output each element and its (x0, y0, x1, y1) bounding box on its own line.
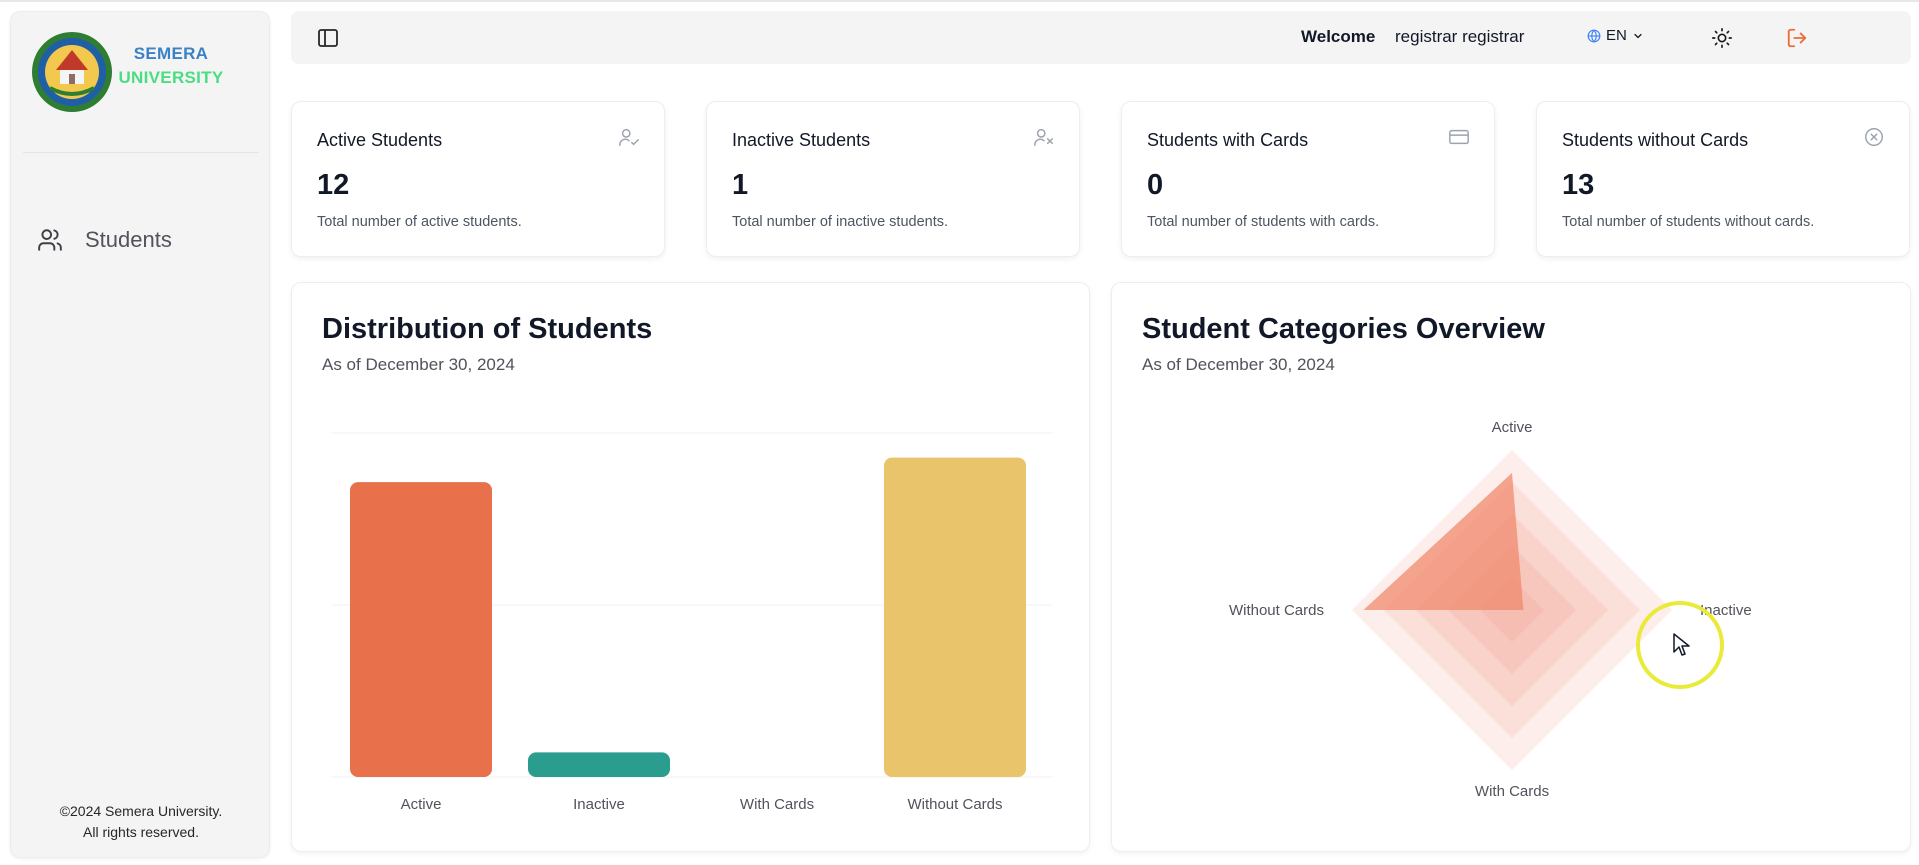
username: registrar registrar (1395, 27, 1525, 46)
logout-icon[interactable] (1786, 27, 1808, 49)
stat-card-title: Students without Cards (1562, 130, 1749, 150)
bar-active[interactable] (350, 482, 492, 777)
mouse-pointer-icon (1673, 633, 1690, 656)
sidebar-item-label: Students (85, 227, 172, 252)
bar-without-cards[interactable] (884, 457, 1026, 777)
university-logo (32, 32, 112, 112)
top-divider (0, 0, 1919, 2)
brand-line1: SEMERA (133, 44, 209, 63)
app-root: SEMERA UNIVERSITY Students ©2024 Semera … (0, 0, 1919, 865)
stat-card-title: Active Students (317, 130, 443, 150)
sidebar-divider (23, 152, 259, 153)
stat-card-inactive: Inactive Students 1 Total number of inac… (706, 101, 1080, 257)
radar-axis-label: With Cards (1475, 783, 1549, 800)
language-code: EN (1606, 27, 1627, 44)
globe-icon (1587, 29, 1601, 43)
user-x-icon (1034, 128, 1053, 146)
brand-line2: UNIVERSITY (118, 68, 224, 87)
bar-inactive[interactable] (528, 752, 670, 777)
welcome-label: Welcome (1301, 27, 1376, 46)
stat-card-description: Total number of students with cards. (1147, 214, 1380, 230)
stat-card-value: 12 (317, 169, 350, 201)
radar-axis-label: Without Cards (1229, 602, 1324, 619)
stat-card-description: Total number of students without cards. (1562, 214, 1815, 230)
language-selector[interactable]: EN (1587, 27, 1644, 44)
sidebar-item-students[interactable]: Students (29, 220, 180, 260)
categories-title: Student Categories Overview (1142, 313, 1545, 345)
sidebar-toggle-icon[interactable] (316, 26, 340, 50)
sidebar: SEMERA UNIVERSITY Students ©2024 Semera … (10, 11, 270, 858)
sidebar-footer: ©2024 Semera University. All rights rese… (11, 801, 271, 843)
users-icon (38, 229, 62, 251)
top-bar: Welcome registrar registrar EN (291, 11, 1911, 64)
stat-card-without-cards: Students without Cards 13 Total number o… (1536, 101, 1910, 257)
x-tick-label: With Cards (740, 796, 814, 813)
copyright-text: ©2024 Semera University. (59, 803, 223, 819)
stat-card-description: Total number of inactive students. (732, 214, 949, 230)
radar-axis-label: Active (1492, 419, 1533, 436)
sun-icon[interactable] (1711, 27, 1733, 49)
brand-name: SEMERA UNIVERSITY (111, 42, 231, 90)
categories-subtitle: As of December 30, 2024 (1142, 355, 1335, 374)
rights-text: All rights reserved. (83, 824, 199, 840)
stat-card-title: Students with Cards (1147, 130, 1309, 150)
distribution-subtitle: As of December 30, 2024 (322, 355, 515, 374)
stat-card-active: Active Students 12 Total number of activ… (291, 101, 665, 257)
distribution-title: Distribution of Students (322, 313, 653, 345)
stat-card-with-cards: Students with Cards 0 Total number of st… (1121, 101, 1495, 257)
stat-card-description: Total number of active students. (317, 214, 522, 230)
stat-card-value: 1 (732, 169, 749, 201)
credit-card-icon (1449, 129, 1469, 145)
circle-x-icon (1865, 128, 1883, 146)
radar-data-area[interactable] (1363, 472, 1524, 610)
distribution-panel: Active Inactive With Cards Without Cards Di… (291, 282, 1090, 852)
categories-panel: Active Inactive With Cards Without Cards St… (1111, 282, 1911, 852)
x-tick-label: Active (401, 796, 442, 813)
user-check-icon (619, 128, 639, 146)
stat-card-title: Inactive Students (732, 130, 871, 150)
stat-card-value: 0 (1147, 169, 1164, 201)
chevron-down-icon (1634, 33, 1642, 38)
x-tick-label: Inactive (573, 796, 625, 813)
stat-card-value: 13 (1562, 169, 1595, 201)
x-tick-label: Without Cards (907, 796, 1002, 813)
logo-wrap (30, 30, 114, 114)
